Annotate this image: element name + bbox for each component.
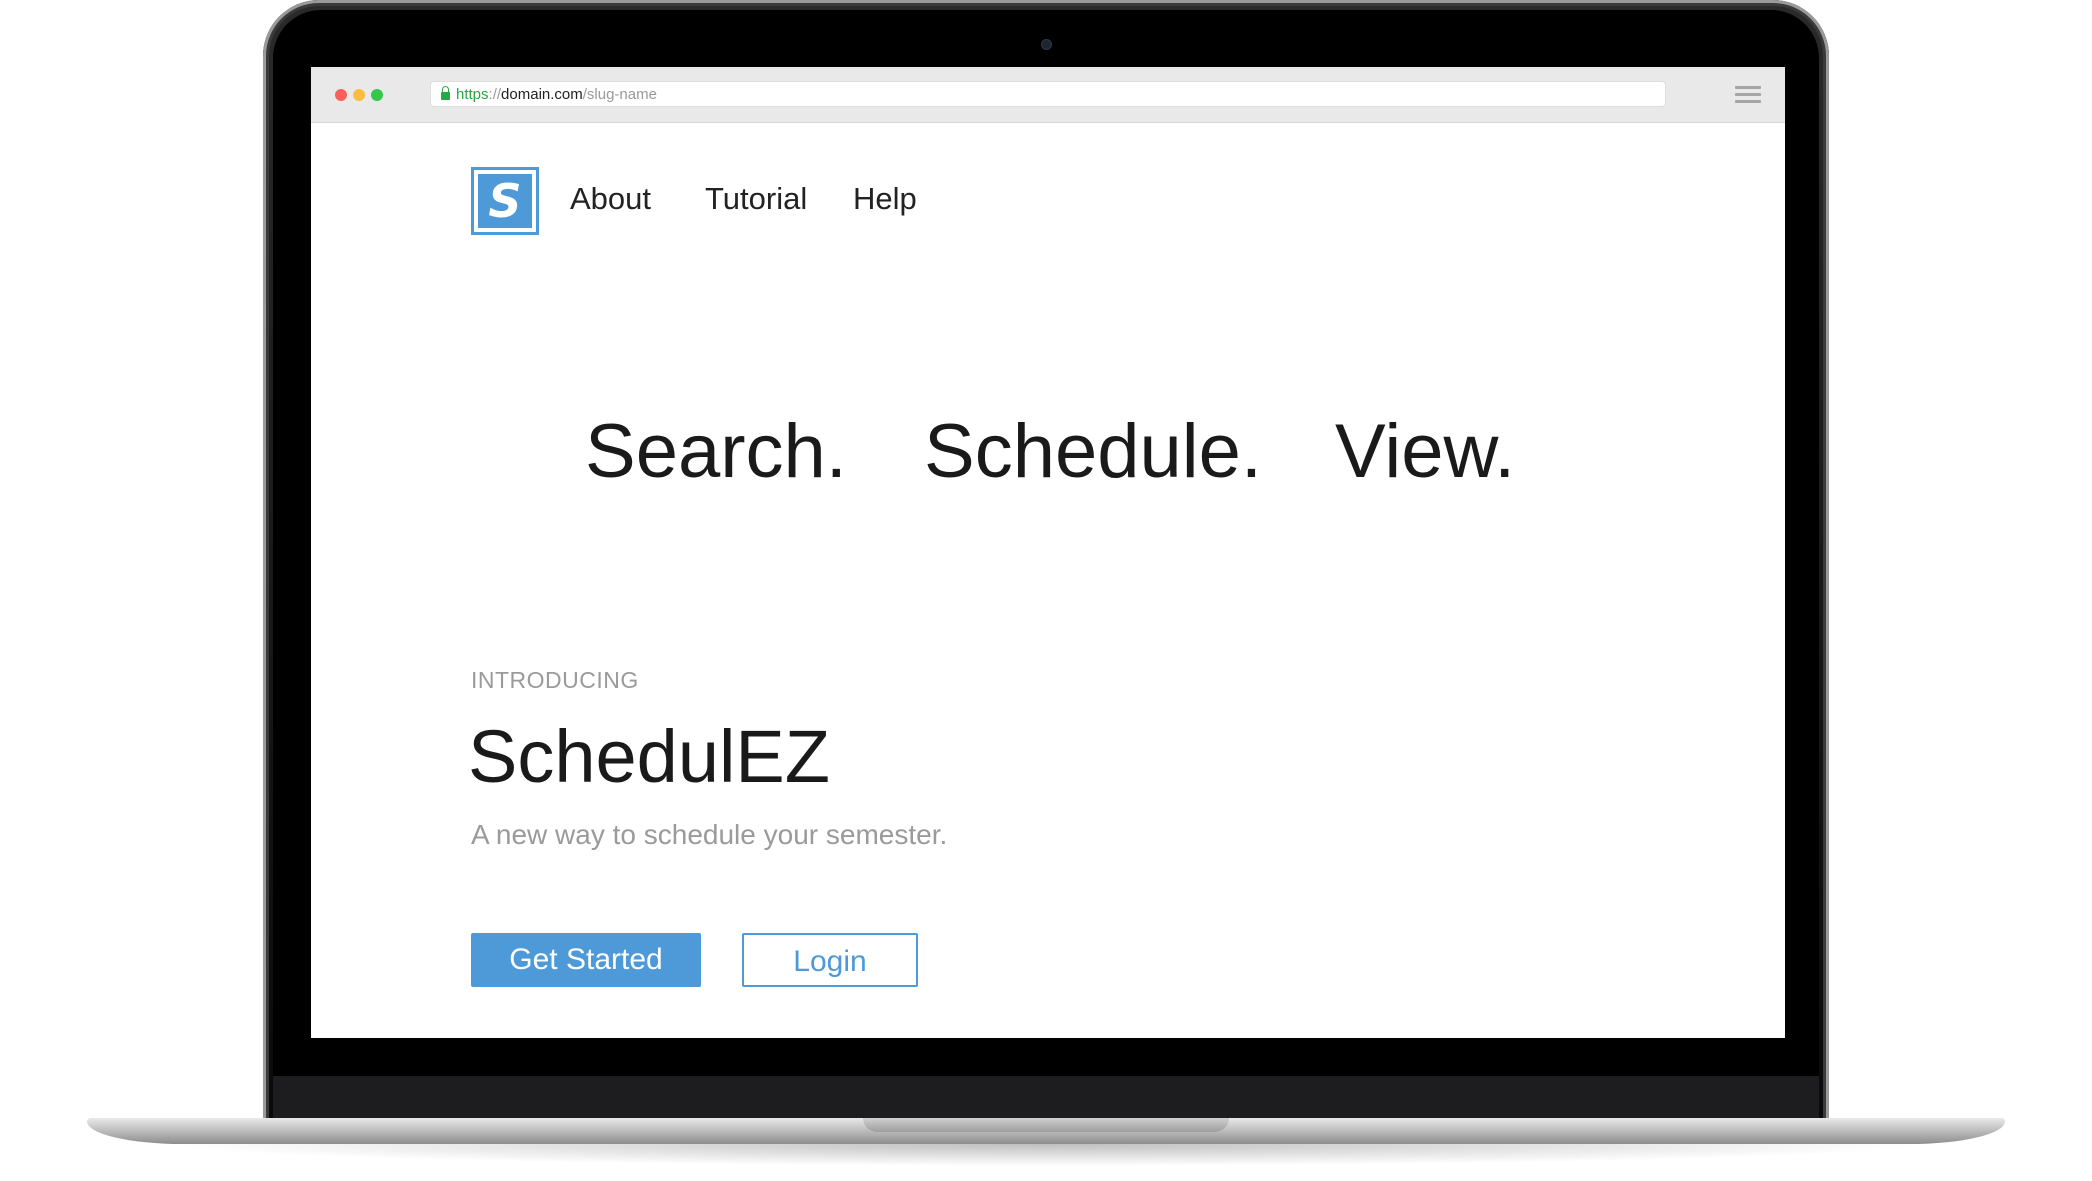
- lock-icon: [441, 86, 450, 100]
- browser-toolbar: https://domain.com/slug-name: [311, 67, 1785, 123]
- maximize-window-button[interactable]: [371, 89, 383, 101]
- hamburger-menu-icon[interactable]: [1735, 86, 1761, 104]
- s-logo-icon: S: [488, 177, 521, 225]
- minimize-window-button[interactable]: [353, 89, 365, 101]
- logo-mark: S: [478, 174, 532, 228]
- url-scheme: https: [456, 86, 489, 103]
- login-button[interactable]: Login: [742, 933, 918, 987]
- laptop-notch: [863, 1118, 1229, 1132]
- url-separator: ://: [488, 86, 502, 103]
- browser-window: https://domain.com/slug-name S About Tut…: [311, 67, 1785, 1038]
- nav-tutorial[interactable]: Tutorial: [705, 179, 807, 219]
- camera-icon: [1041, 39, 1052, 50]
- close-window-button[interactable]: [335, 89, 347, 101]
- tagline-view: View.: [1335, 409, 1516, 494]
- laptop-chin: [273, 1076, 1819, 1118]
- laptop-shadow: [160, 1144, 1932, 1166]
- nav-help[interactable]: Help: [853, 179, 917, 219]
- svg-text:S: S: [488, 177, 521, 225]
- app-logo[interactable]: S: [471, 167, 539, 235]
- url-path: /slug-name: [582, 86, 657, 103]
- nav-about[interactable]: About: [570, 179, 651, 219]
- url-host: domain.com: [501, 86, 583, 103]
- address-bar[interactable]: https://domain.com/slug-name: [430, 81, 1666, 107]
- product-title: SchedulEZ: [468, 715, 830, 798]
- product-subtitle: A new way to schedule your semester.: [471, 819, 948, 850]
- intro-eyebrow: INTRODUCING: [471, 667, 639, 693]
- get-started-button[interactable]: Get Started: [471, 933, 701, 987]
- tagline-search: Search.: [585, 409, 847, 494]
- tagline-schedule: Schedule.: [924, 409, 1263, 494]
